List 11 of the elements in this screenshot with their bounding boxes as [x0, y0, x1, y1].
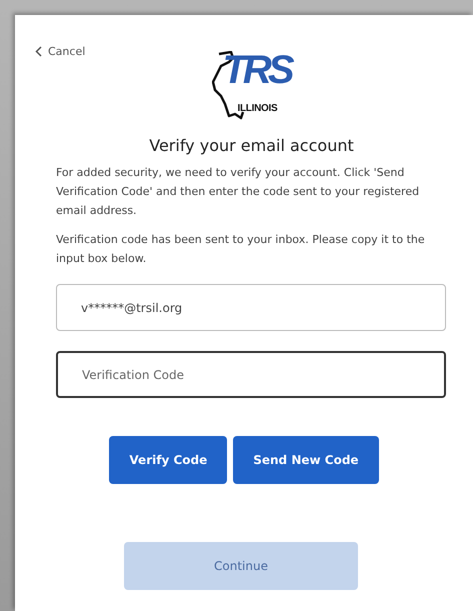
logo-letters: TRS — [222, 50, 290, 90]
code-field[interactable]: Verification Code — [56, 351, 446, 398]
logo-caption: ILLINOIS — [238, 103, 278, 114]
email-field[interactable]: v******@trsil.org — [56, 284, 446, 331]
cancel-link[interactable]: Cancel — [35, 45, 86, 58]
instruction-text: For added security, we need to verify your account. Click 'Send Verification Code' and then enter the code sent to your registered email address. — [56, 165, 420, 219]
send-code-button[interactable]: Send New Code — [233, 436, 379, 484]
verify-button[interactable]: Verify Code — [109, 436, 228, 484]
instruction-text: Verification code has been sent to your inbox. Please copy it to the input box below. — [56, 232, 426, 267]
chevron-left-icon — [35, 46, 42, 57]
page-title: Verify your email account — [148, 136, 355, 155]
